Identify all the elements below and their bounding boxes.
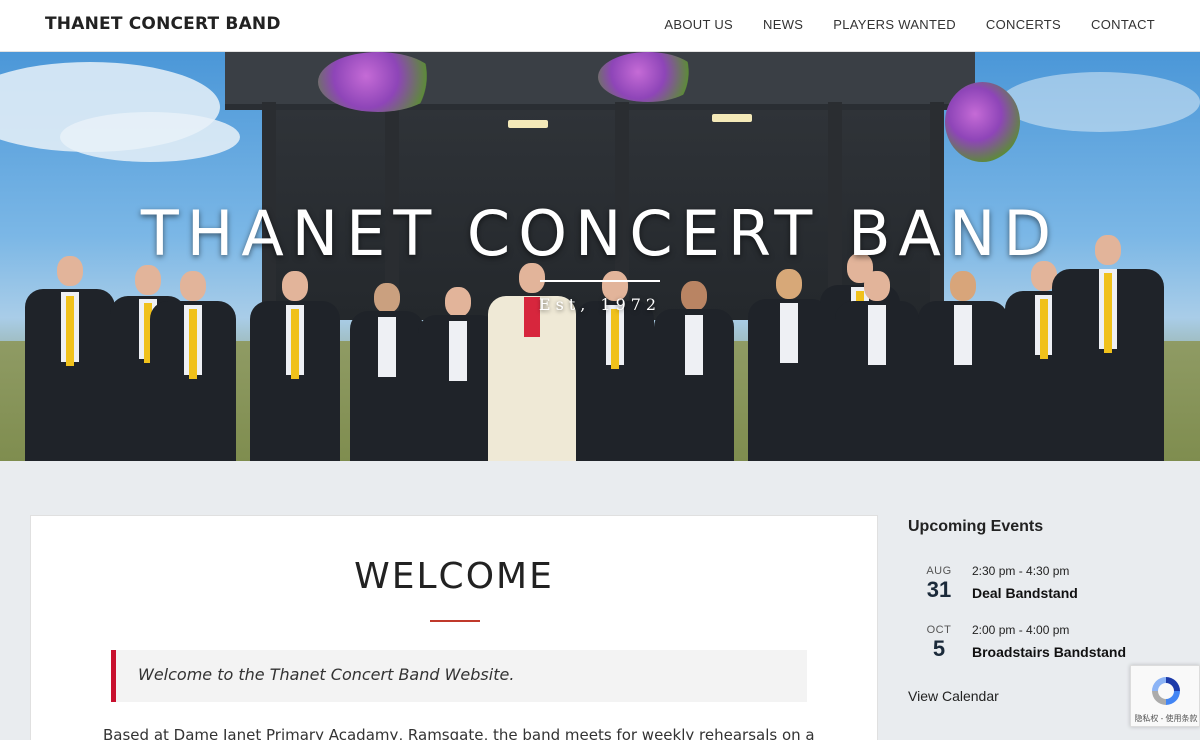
recaptcha-badge[interactable]: 隐私权 - 使用条款	[1130, 665, 1200, 727]
band-group-photo	[20, 235, 1180, 461]
recaptcha-icon	[1152, 677, 1180, 705]
site-header: THANET CONCERT BAND ABOUT US NEWS PLAYER…	[0, 0, 1200, 52]
quote-text: Welcome to the Thanet Concert Band Websi…	[138, 665, 515, 684]
hero-subtitle: Est, 1972	[538, 295, 662, 314]
intro-paragraph: Based at Dame Janet Primary Acadamy, Ram…	[103, 726, 815, 740]
page-title: WELCOME	[354, 556, 554, 597]
site-title-link[interactable]: THANET CONCERT BAND	[45, 14, 281, 34]
cloud	[60, 112, 240, 162]
title-divider	[430, 620, 480, 622]
event-month: AUG	[926, 565, 952, 577]
band-member-conductor	[488, 263, 576, 461]
ceiling-lamp	[508, 120, 548, 128]
event-time: 2:00 pm - 4:00 pm	[972, 623, 1070, 637]
welcome-card: WELCOME Welcome to the Thanet Concert Ba…	[30, 515, 878, 740]
upcoming-events-title: Upcoming Events	[908, 518, 1044, 535]
hanging-flowers	[598, 52, 698, 102]
cloud	[1000, 72, 1200, 132]
hanging-flowers	[945, 82, 1020, 162]
ceiling-lamp	[712, 114, 752, 122]
event-location-link[interactable]: Deal Bandstand	[972, 585, 1078, 601]
hanging-flowers	[318, 52, 438, 112]
hero-title: THANET CONCERT BAND	[140, 197, 1060, 270]
event-time: 2:30 pm - 4:30 pm	[972, 564, 1070, 578]
recaptcha-terms[interactable]: 隐私权 - 使用条款	[1131, 713, 1200, 724]
band-member	[25, 256, 115, 461]
event-day: 5	[932, 636, 946, 661]
nav-contact[interactable]: CONTACT	[1091, 17, 1155, 32]
view-calendar-link[interactable]: View Calendar	[908, 688, 999, 704]
event-day: 31	[926, 577, 952, 602]
nav-news[interactable]: NEWS	[763, 17, 803, 32]
event-item[interactable]: AUG 31 2:30 pm - 4:30 pm Deal Bandstand	[908, 564, 1178, 615]
nav-players-wanted[interactable]: PLAYERS WANTED	[833, 17, 956, 32]
nav-concerts[interactable]: CONCERTS	[986, 17, 1061, 32]
nav-about-us[interactable]: ABOUT US	[664, 17, 733, 32]
main-nav: ABOUT US NEWS PLAYERS WANTED CONCERTS CO…	[664, 17, 1155, 32]
hero-divider	[540, 280, 660, 282]
hero-banner: THANET CONCERT BAND Est, 1972	[0, 52, 1200, 461]
welcome-quote: Welcome to the Thanet Concert Band Websi…	[111, 650, 807, 702]
event-location-link[interactable]: Broadstairs Bandstand	[972, 644, 1126, 660]
event-month: OCT	[926, 624, 952, 636]
